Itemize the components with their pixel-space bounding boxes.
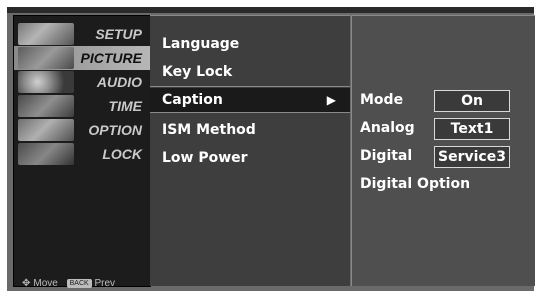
- digital-value[interactable]: Service3: [434, 146, 510, 168]
- menu-item-option[interactable]: OPTION: [14, 118, 150, 142]
- navigation-hint: ✥ Move BACK Prev: [22, 278, 115, 289]
- menu-item-label: TIME: [108, 98, 142, 114]
- menu-item-label: OPTION: [88, 122, 142, 138]
- option-item-language[interactable]: Language: [162, 32, 239, 56]
- option-item-low-power[interactable]: Low Power: [162, 146, 248, 170]
- satellite-dish-icon: [18, 23, 74, 45]
- top-bar: [7, 7, 534, 13]
- option-menu: Language Key Lock Caption ▶ ISM Method L…: [150, 15, 350, 286]
- menu-item-label: PICTURE: [80, 50, 142, 66]
- menu-item-time[interactable]: TIME: [14, 94, 150, 118]
- move-arrows-icon: ✥: [22, 278, 31, 289]
- digital-option-item[interactable]: Digital Option: [360, 172, 470, 196]
- option-item-caption[interactable]: Caption ▶: [150, 88, 350, 112]
- option-item-key-lock[interactable]: Key Lock: [162, 60, 232, 84]
- menu-item-label: SETUP: [95, 26, 142, 42]
- menu-item-audio[interactable]: AUDIO: [14, 70, 150, 94]
- option-item-label: Caption: [162, 92, 223, 108]
- menu-item-setup[interactable]: SETUP: [14, 22, 150, 46]
- padlock-icon: [18, 143, 74, 165]
- selection-bottom-line: [150, 112, 350, 113]
- caption-submenu: Mode On Analog Text1 Digital Service3 Di…: [351, 15, 535, 286]
- menu-item-label: AUDIO: [96, 74, 142, 90]
- menu-item-label: LOCK: [102, 146, 142, 162]
- hint-move-label: Move: [33, 278, 58, 289]
- analog-label: Analog: [360, 120, 415, 136]
- menu-item-lock[interactable]: LOCK: [14, 142, 150, 166]
- analog-value[interactable]: Text1: [434, 118, 510, 140]
- mode-value[interactable]: On: [434, 90, 510, 112]
- film-strip-icon: [18, 47, 74, 69]
- menu-item-picture[interactable]: PICTURE: [14, 46, 150, 70]
- main-menu: SETUP PICTURE AUDIO TIME OPTION LOCK ✥ Mo…: [13, 15, 151, 289]
- option-item-ism-method[interactable]: ISM Method: [162, 118, 256, 142]
- back-key-icon: BACK: [66, 278, 92, 288]
- tv-menu-screen: SETUP PICTURE AUDIO TIME OPTION LOCK ✥ Mo…: [7, 7, 535, 291]
- option-tag-icon: [18, 119, 74, 141]
- selection-top-line: [150, 86, 350, 87]
- speaker-icon: [18, 71, 74, 93]
- hint-prev-label: Prev: [94, 278, 116, 289]
- digital-label: Digital: [360, 148, 413, 164]
- clock-icon: [18, 95, 74, 117]
- mode-label: Mode: [360, 92, 404, 108]
- right-arrow-icon: ▶: [326, 93, 336, 107]
